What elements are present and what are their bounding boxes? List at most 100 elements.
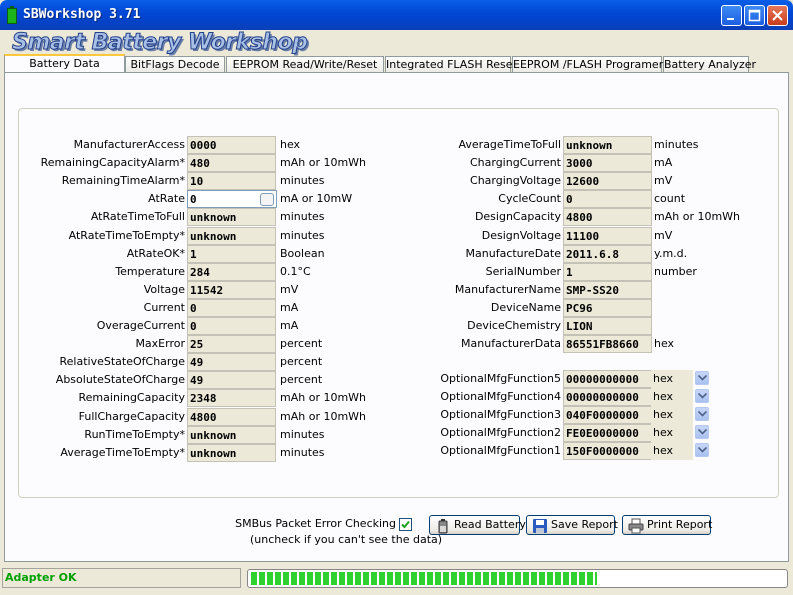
averagetimetoempty-label: AverageTimeToEmpty* (60, 446, 185, 459)
absolutestateofcharge-value: 49 (187, 371, 276, 389)
close-icon (772, 10, 783, 21)
averagetimetofull-label: AverageTimeToFull (458, 138, 561, 151)
atrate-apply-button[interactable] (260, 193, 274, 206)
tab-eeprom-flash-programer[interactable]: EEPROM /FLASH Programer (512, 56, 663, 72)
print-report-button[interactable]: Print Report (622, 515, 713, 535)
optionalmfgfunction2-label: OptionalMfgFunction2 (440, 426, 561, 439)
remainingcapacityalarm-unit: mAh or 10mWh (280, 156, 367, 169)
minimize-button[interactable] (721, 5, 742, 26)
chevron-down-icon (698, 375, 707, 381)
designvoltage-value: 11100 (563, 227, 652, 245)
manufactureraccess-value: 0000 (187, 136, 276, 154)
chevron-down-icon (698, 411, 707, 417)
relativestateofcharge-label: RelativeStateOfCharge (59, 355, 185, 368)
chevron-down-icon (698, 429, 707, 435)
remainingtimealarm-unit: minutes (280, 174, 325, 187)
voltage-value: 11542 (187, 281, 276, 299)
optionalmfgfunction5-unit-select[interactable]: hex (651, 370, 693, 388)
tab-bitflags-decode[interactable]: BitFlags Decode (125, 56, 225, 72)
atrateok-label: AtRateOK* (126, 247, 185, 260)
chevron-down-icon (698, 447, 707, 453)
maximize-button[interactable] (744, 5, 765, 26)
tab-battery-data[interactable]: Battery Data (4, 54, 125, 73)
designcapacity-label: DesignCapacity (474, 210, 561, 223)
chargingvoltage-label: ChargingVoltage (470, 174, 561, 187)
atratetimetoempty-value: unknown (187, 227, 276, 245)
checkmark-icon (401, 520, 410, 529)
remainingcapacityalarm-value: 480 (187, 154, 276, 172)
atrateok-unit: Boolean (280, 247, 325, 260)
chevron-down-icon (698, 393, 707, 399)
optionalmfgfunction2-dropdown-button[interactable] (695, 425, 709, 439)
chargingcurrent-label: ChargingCurrent (469, 156, 561, 169)
optionalmfgfunction1-unit-select[interactable]: hex (651, 442, 693, 460)
manufacturedate-label: ManufactureDate (465, 247, 561, 260)
minimize-icon (727, 18, 734, 20)
save-report-button[interactable]: Save Report (526, 515, 618, 535)
averagetimetofull-value: unknown (563, 136, 652, 154)
optionalmfgfunction1-label: OptionalMfgFunction1 (440, 444, 561, 457)
read-battery-button[interactable]: Read Battery (429, 515, 526, 535)
fullchargecapacity-value: 4800 (187, 408, 276, 426)
optionalmfgfunction4-label: OptionalMfgFunction4 (440, 390, 561, 403)
tab-battery-analyzer[interactable]: Battery Analyzer (663, 56, 756, 72)
read-battery-label: Read Battery (454, 518, 526, 531)
save-icon (533, 519, 547, 533)
optionalmfgfunction4-dropdown-button[interactable] (695, 389, 709, 403)
optionalmfgfunction2-value: FE0E0000000 (563, 424, 652, 442)
atratetimetoempty-label: AtRateTimeToEmpty* (68, 229, 185, 242)
optionalmfgfunction4-unit-select[interactable]: hex (651, 388, 693, 406)
atratetimetofull-unit: minutes (280, 210, 325, 223)
optionalmfgfunction2-unit-select[interactable]: hex (651, 424, 693, 442)
manufacturerdata-value: 86551FB8660 (563, 335, 652, 353)
pec-note: (uncheck if you can't see the data) (250, 533, 443, 546)
serialnumber-unit: number (654, 265, 697, 278)
optionalmfgfunction5-dropdown-button[interactable] (695, 371, 709, 385)
remainingcapacityalarm-label: RemainingCapacityAlarm* (40, 156, 185, 169)
atrateok-value: 1 (187, 245, 276, 263)
designcapacity-value: 4800 (563, 208, 652, 226)
serialnumber-label: SerialNumber (485, 265, 561, 278)
voltage-label: Voltage (143, 283, 185, 296)
optionalmfgfunction3-unit-select[interactable]: hex (651, 406, 693, 424)
atrate-unit: mA or 10mW (280, 192, 353, 205)
devicechemistry-label: DeviceChemistry (467, 319, 561, 332)
tab-integrated-flash-reset[interactable]: Integrated FLASH Reset (385, 56, 517, 72)
tab-eeprom-read-write-reset[interactable]: EEPROM Read/Write/Reset (226, 56, 384, 72)
print-report-label: Print Report (647, 518, 713, 531)
adapter-status: Adapter OK (2, 568, 241, 588)
optionalmfgfunction4-value: 00000000000 (563, 388, 652, 406)
runtimetoempty-value: unknown (187, 426, 276, 444)
pec-checkbox[interactable] (399, 518, 412, 531)
maximize-icon (748, 9, 761, 22)
close-button[interactable] (767, 5, 788, 26)
cyclecount-value: 0 (563, 190, 652, 208)
fullchargecapacity-unit: mAh or 10mWh (280, 410, 367, 423)
progress-fill (251, 572, 597, 585)
voltage-unit: mV (280, 283, 299, 296)
absolutestateofcharge-unit: percent (280, 373, 323, 386)
atrate-label: AtRate (148, 192, 185, 205)
designcapacity-unit: mAh or 10mWh (654, 210, 741, 223)
maxerror-unit: percent (280, 337, 323, 350)
fullchargecapacity-label: FullChargeCapacity (78, 410, 185, 423)
averagetimetoempty-unit: minutes (280, 446, 325, 459)
manufacturername-value: SMP-SS20 (563, 281, 652, 299)
averagetimetofull-unit: minutes (654, 138, 699, 151)
printer-icon (628, 518, 644, 534)
chargingvoltage-unit: mV (654, 174, 673, 187)
atratetimetofull-value: unknown (187, 208, 276, 226)
optionalmfgfunction1-dropdown-button[interactable] (695, 443, 709, 457)
optionalmfgfunction3-value: 040F0000000 (563, 406, 652, 424)
cyclecount-unit: count (654, 192, 686, 205)
current-value: 0 (187, 299, 276, 317)
overagecurrent-unit: mA (280, 319, 299, 332)
app-logo: Smart Battery Workshop (11, 30, 308, 56)
optionalmfgfunction3-dropdown-button[interactable] (695, 407, 709, 421)
maxerror-value: 25 (187, 335, 276, 353)
current-label: Current (143, 301, 185, 314)
window-title: SBWorkshop 3.71 (23, 7, 141, 22)
battery-icon (7, 6, 17, 24)
manufacturerdata-label: ManufacturerData (461, 337, 561, 350)
manufactureraccess-unit: hex (280, 138, 301, 151)
